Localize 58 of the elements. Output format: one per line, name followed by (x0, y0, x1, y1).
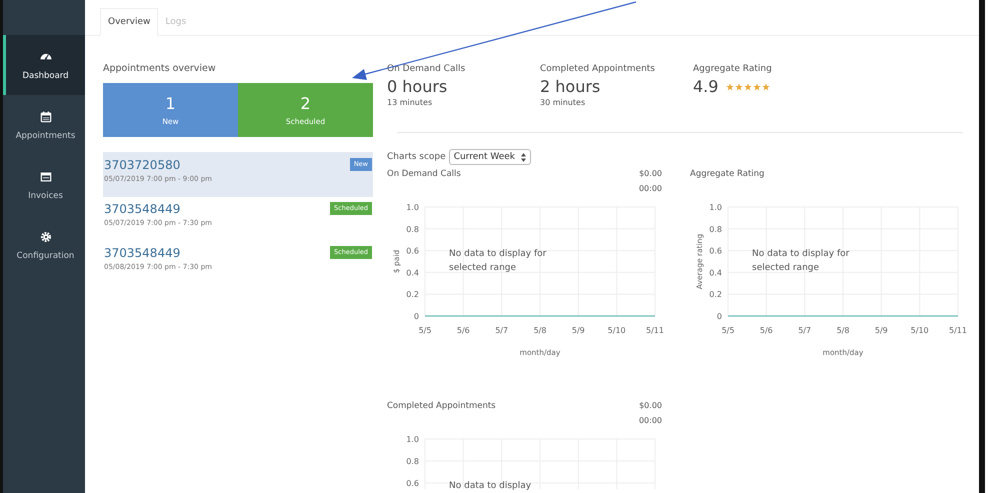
duration-value: 00:00 (638, 184, 662, 193)
amount-value: $0.00 (639, 169, 662, 178)
y-tick-label: 0.8 (709, 224, 722, 234)
x-tick-label: 5/7 (495, 326, 508, 335)
y-tick-label: 0.2 (406, 290, 419, 300)
x-tick-label: 5/11 (646, 326, 664, 335)
y-tick-label: 0.2 (709, 290, 722, 300)
stat-detail: 13 minutes (387, 98, 434, 107)
y-tick-label: 1.0 (406, 203, 419, 212)
y-tick-label: 0.6 (406, 479, 419, 488)
chart-title: On Demand Calls (387, 169, 461, 181)
y-tick-label: 0.4 (709, 268, 722, 278)
stat-value: 2 hours (540, 77, 600, 96)
x-tick-label: 5/5 (418, 326, 432, 335)
duration-value: 00:00 (638, 416, 662, 425)
x-tick-label: 5/8 (534, 326, 546, 335)
tab[interactable]: Overview (100, 8, 158, 36)
settings-icon (38, 230, 52, 244)
y-tick-label: 0.6 (406, 246, 419, 256)
y-tick-label: 0.4 (406, 268, 419, 278)
updown-arrows-icon (521, 152, 526, 162)
stat-label: Aggregate Rating (693, 64, 773, 74)
y-tick-label: 1.0 (406, 435, 419, 444)
section-title: Appointments overview (103, 63, 217, 76)
x-tick-label: 5/9 (572, 326, 585, 335)
stat-detail: 30 minutes (540, 98, 586, 107)
x-tick-label: 5/6 (760, 326, 773, 335)
empty-message: No data to display for selected range (449, 248, 548, 275)
chart-title: Completed Appointments (387, 401, 496, 413)
x-tick-label: 5/11 (949, 326, 967, 335)
sidebar-item[interactable]: Dashboard (3, 35, 85, 95)
scope-select[interactable]: Current Week (448, 149, 532, 165)
x-tick-label: 5/6 (456, 326, 470, 335)
empty-message: No data to display for selected range (752, 248, 850, 275)
x-tick-label: 5/5 (722, 326, 734, 335)
empty-message: No data to display (449, 480, 532, 493)
calendar-icon (38, 110, 52, 124)
y-tick-label: 1.0 (709, 203, 722, 212)
y-tick-label: 0.8 (406, 457, 419, 466)
stat-label: Completed Appointments (540, 64, 656, 74)
y-tick-label: 0.8 (406, 224, 419, 234)
x-tick-label: 5/9 (874, 326, 888, 335)
invoice-icon (38, 170, 52, 184)
amount-value: $0.00 (639, 401, 662, 410)
y-tick-label: 0 (414, 312, 419, 321)
sidebar-item[interactable]: Configuration (3, 215, 85, 275)
y-tick-label: 0 (716, 312, 722, 321)
chart-title: Aggregate Rating (690, 169, 764, 181)
x-tick-label: 5/8 (836, 326, 850, 335)
y-tick-label: 0.6 (709, 246, 722, 256)
sidebar-item[interactable]: Invoices (3, 155, 85, 215)
x-tick-label: 5/10 (910, 326, 929, 335)
sidebar-item[interactable]: Appointments (3, 95, 85, 155)
scope-label: Charts scope (387, 152, 446, 162)
stat-value: 4.9 (693, 77, 718, 96)
x-tick-label: 5/7 (798, 326, 812, 335)
stat-value: 0 hours (387, 77, 448, 96)
x-tick-label: 5/10 (608, 326, 626, 335)
